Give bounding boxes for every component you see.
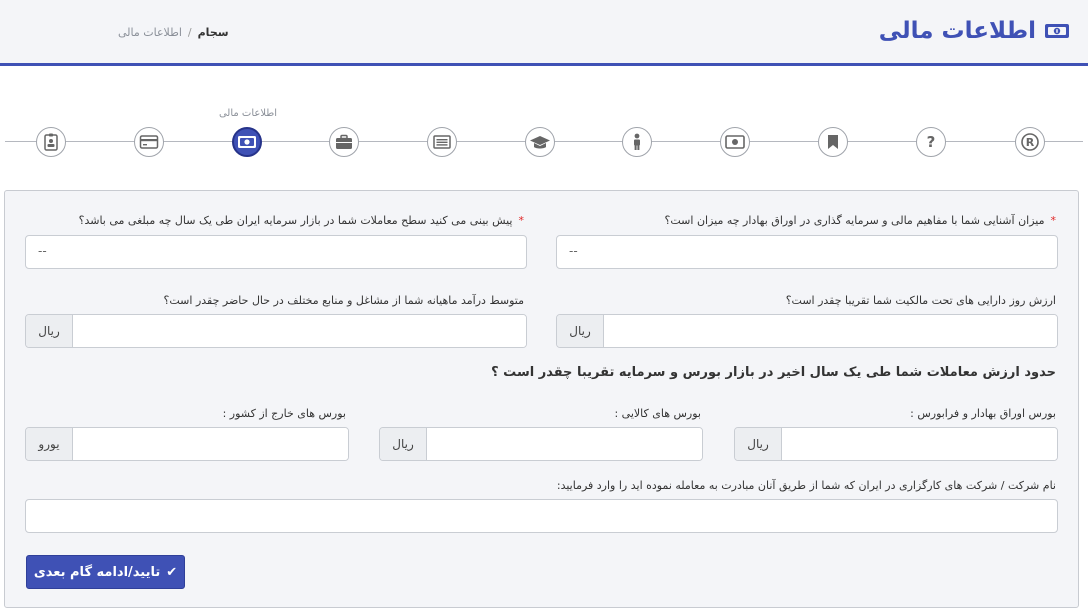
step-person[interactable]	[622, 127, 652, 157]
stock-exchange-input[interactable]	[782, 428, 1057, 460]
id-badge-icon	[44, 133, 58, 151]
commodity-exchange-input[interactable]	[427, 428, 702, 460]
svg-text:R: R	[1026, 136, 1035, 149]
stock-exchange-group: ریال	[734, 427, 1058, 461]
monthly-income-input[interactable]	[73, 315, 526, 347]
familiarity-label: *میزان آشنایی شما با مفاهیم مالی و سرمای…	[664, 214, 1057, 227]
step-job[interactable]	[329, 127, 359, 157]
forecast-select[interactable]: --	[25, 235, 527, 269]
monthly-income-unit: ریال	[26, 315, 73, 347]
trade-section-heading: حدود ارزش معاملات شما طی یک سال اخیر در …	[491, 365, 1056, 380]
stock-exchange-label: بورس اوراق بهادار و فرابورس :	[910, 407, 1056, 420]
commodity-exchange-group: ریال	[379, 427, 703, 461]
brokers-label: نام شرکت / شرکت های کارگزاری در ایران که…	[556, 479, 1056, 492]
breadcrumb-item-current: اطلاعات مالی	[118, 26, 182, 39]
financial-info-form: *میزان آشنایی شما با مفاهیم مالی و سرمای…	[4, 190, 1079, 608]
step-list[interactable]	[427, 127, 457, 157]
graduation-cap-icon	[530, 136, 550, 149]
step-financial-info[interactable]	[232, 127, 262, 157]
check-icon: ✔	[166, 564, 178, 580]
stock-exchange-unit: ریال	[735, 428, 782, 460]
forecast-label: *پیش بینی می کنید سطح معاملات شما در باز…	[78, 214, 525, 227]
question-icon: ?	[927, 133, 936, 151]
breadcrumb-separator: /	[187, 26, 192, 39]
money-icon	[1044, 21, 1070, 41]
asset-value-group: ریال	[556, 314, 1058, 348]
active-step-label: اطلاعات مالی	[218, 108, 278, 119]
submit-next-step-button[interactable]: ✔ تایید/ادامه گام بعدی	[26, 555, 185, 589]
page-header: اطلاعات مالی سجام / اطلاعات مالی	[0, 0, 1088, 66]
forecast-select-value: --	[38, 244, 47, 258]
asset-value-label: ارزش روز دارایی های تحت مالکیت شما تقریب…	[785, 294, 1056, 307]
foreign-exchange-label: بورس های خارج از کشور :	[222, 407, 346, 420]
monthly-income-label: متوسط درآمد ماهیانه شما از مشاغل و منابع…	[163, 294, 524, 307]
credit-card-icon	[139, 135, 159, 149]
step-education[interactable]	[525, 127, 555, 157]
step-money[interactable]	[720, 127, 750, 157]
page-title-text: اطلاعات مالی	[878, 18, 1036, 44]
brokers-input[interactable]	[25, 499, 1058, 533]
monthly-income-group: ریال	[25, 314, 527, 348]
foreign-exchange-unit: یورو	[26, 428, 73, 460]
person-icon	[634, 133, 640, 150]
registered-icon: R	[1021, 133, 1039, 151]
asset-value-input[interactable]	[604, 315, 1057, 347]
list-icon	[433, 135, 451, 149]
breadcrumb-item-sejam[interactable]: سجام	[198, 26, 229, 39]
asset-value-unit: ریال	[557, 315, 604, 347]
page-title: اطلاعات مالی	[879, 18, 1070, 44]
foreign-exchange-input[interactable]	[73, 428, 348, 460]
svg-text:?: ?	[927, 133, 936, 151]
familiarity-select-value: --	[569, 244, 578, 258]
foreign-exchange-group: یورو	[25, 427, 349, 461]
step-question[interactable]: ?	[916, 127, 946, 157]
commodity-exchange-label: بورس های کالایی :	[614, 407, 701, 420]
money-icon	[238, 136, 256, 148]
step-bank-card[interactable]	[134, 127, 164, 157]
required-mark: *	[1050, 214, 1057, 227]
step-id-card[interactable]	[36, 127, 66, 157]
briefcase-icon	[336, 134, 352, 149]
familiarity-select[interactable]: --	[556, 235, 1058, 269]
breadcrumb: سجام / اطلاعات مالی	[118, 26, 229, 39]
submit-button-label: تایید/ادامه گام بعدی	[33, 564, 161, 580]
money-icon	[725, 135, 745, 149]
wizard-stepper: اطلاعات مالی R ?	[0, 100, 1088, 170]
step-bookmark[interactable]	[818, 127, 848, 157]
commodity-exchange-unit: ریال	[380, 428, 427, 460]
step-registered[interactable]: R	[1015, 127, 1045, 157]
bookmark-icon	[828, 135, 838, 149]
page: اطلاعات مالی سجام / اطلاعات مالی اطلاعات…	[0, 0, 1088, 610]
required-mark: *	[518, 214, 525, 227]
